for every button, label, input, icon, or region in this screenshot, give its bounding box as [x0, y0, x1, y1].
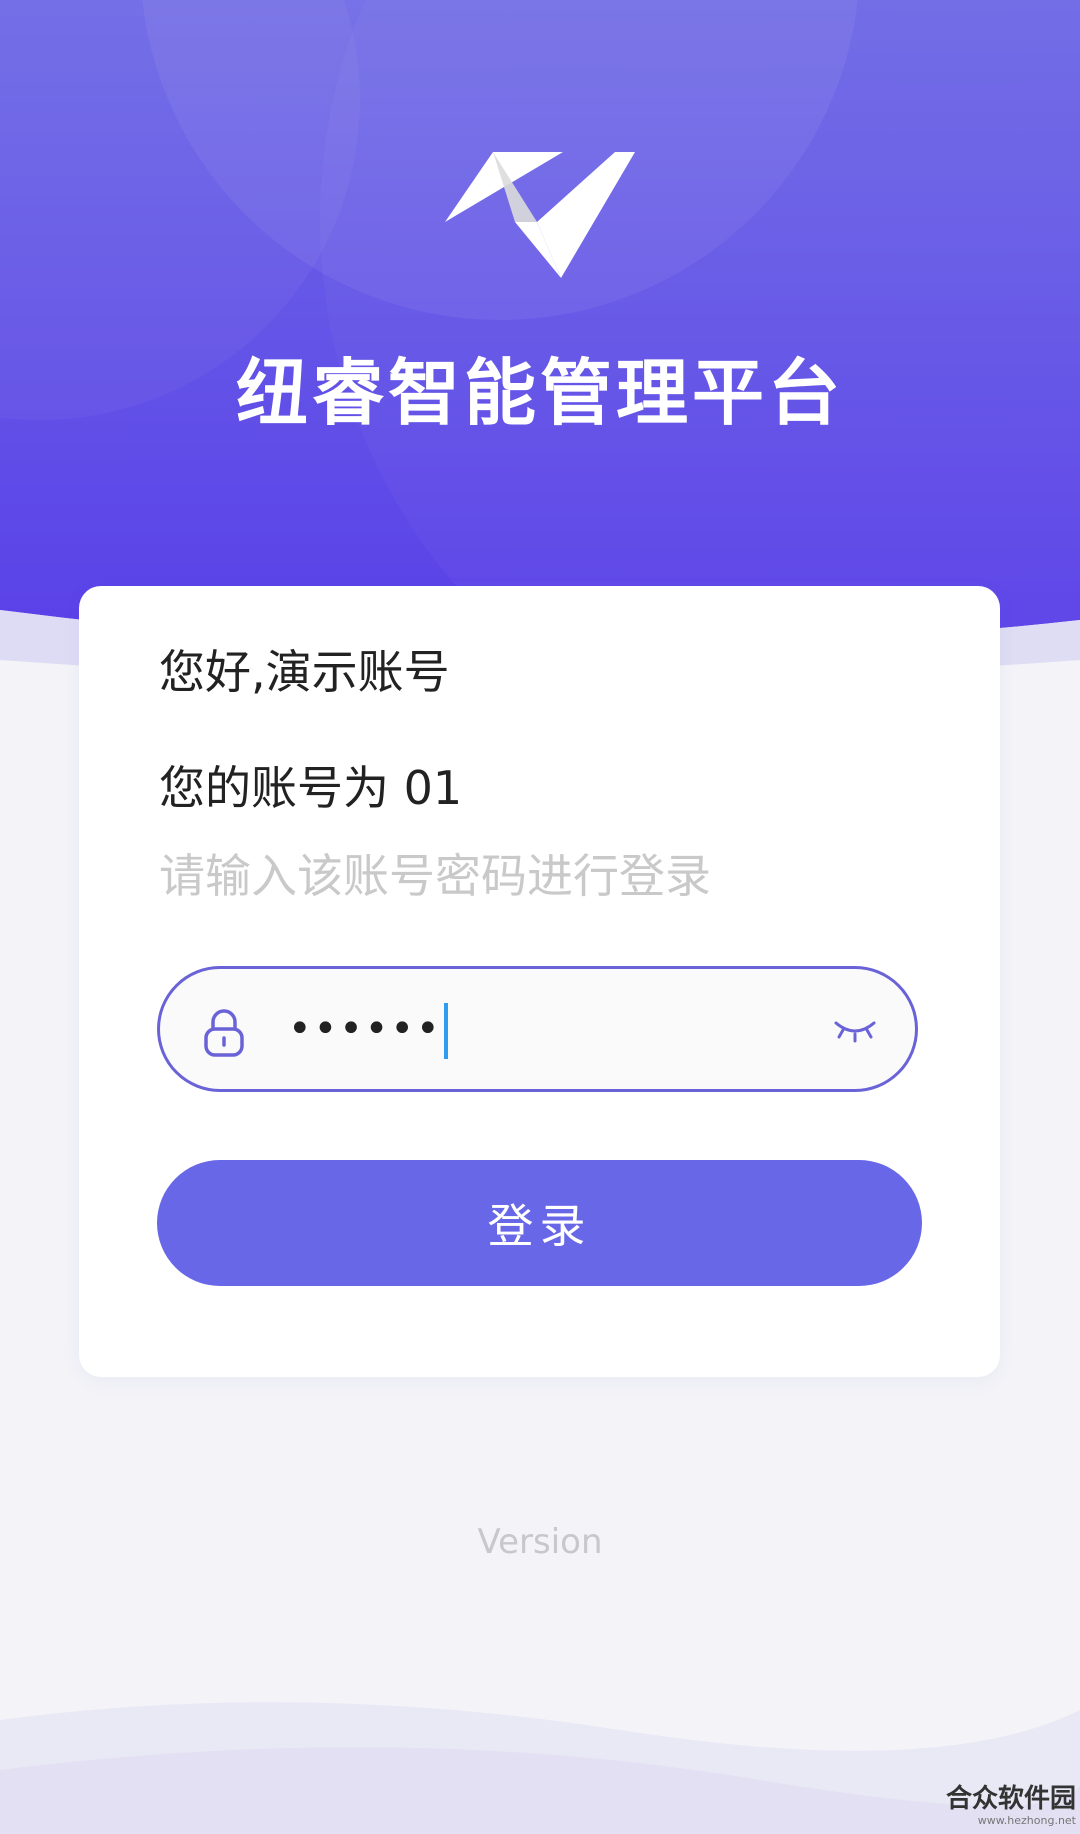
text-caret: [443, 1003, 448, 1059]
logo-mark: [445, 152, 635, 278]
watermark-site: www.hezhong.net: [977, 1814, 1076, 1827]
greeting-text: 您好,演示账号: [159, 645, 450, 699]
login-button[interactable]: 登录: [157, 1160, 922, 1286]
password-hint-text: 请输入该账号密码进行登录: [159, 849, 711, 903]
password-dots: ••••••: [288, 1006, 442, 1052]
password-input[interactable]: ••••••: [157, 966, 918, 1092]
header-banner: 纽睿智能管理平台: [0, 0, 1080, 680]
lock-icon: [204, 1009, 244, 1057]
account-info-text: 您的账号为 01: [159, 761, 463, 815]
watermark-name: 合众软件园: [945, 1784, 1076, 1814]
header-background: [0, 0, 1080, 680]
eye-closed-icon[interactable]: [833, 1017, 877, 1043]
login-card: 您好,演示账号 您的账号为 01 请输入该账号密码进行登录 •••••• 登录: [79, 586, 1000, 1377]
app-title: 纽睿智能管理平台: [235, 351, 844, 435]
watermark: 合众软件园 www.hezhong.net: [946, 1784, 1076, 1828]
bottom-decoration: [0, 1702, 1080, 1834]
password-value: ••••••: [288, 997, 448, 1061]
version-label: Version: [477, 1522, 603, 1562]
